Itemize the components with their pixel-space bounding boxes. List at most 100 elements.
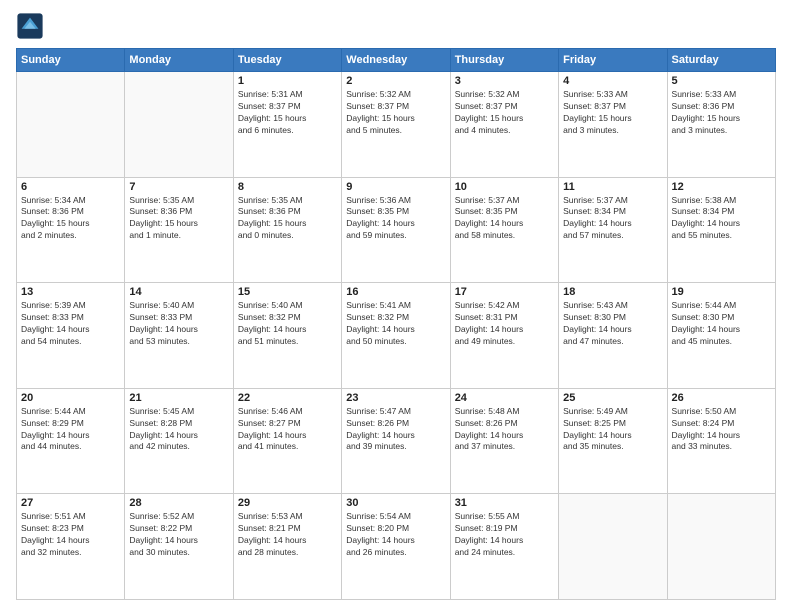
day-info: Sunrise: 5:49 AM Sunset: 8:25 PM Dayligh… [563,406,662,454]
calendar-cell: 11 Sunrise: 5:37 AM Sunset: 8:34 PM Dayli… [559,177,667,283]
calendar-cell: 30 Sunrise: 5:54 AM Sunset: 8:20 PM Dayli… [342,494,450,600]
day-info: Sunrise: 5:50 AM Sunset: 8:24 PM Dayligh… [672,406,771,454]
calendar-cell: 31 Sunrise: 5:55 AM Sunset: 8:19 PM Dayli… [450,494,558,600]
day-info: Sunrise: 5:45 AM Sunset: 8:28 PM Dayligh… [129,406,228,454]
day-number: 8 [238,181,337,193]
calendar-cell: 15 Sunrise: 5:40 AM Sunset: 8:32 PM Dayli… [233,283,341,389]
day-info: Sunrise: 5:55 AM Sunset: 8:19 PM Dayligh… [455,511,554,559]
calendar-cell: 28Sunrise: 5:52 AM Sunset: 8:22 PM Dayli… [125,494,233,600]
day-number: 31 [455,497,554,509]
day-info: Sunrise: 5:31 AM Sunset: 8:37 PM Dayligh… [238,89,337,137]
day-info: Sunrise: 5:32 AM Sunset: 8:37 PM Dayligh… [346,89,445,137]
day-number: 10 [455,181,554,193]
day-number: 22 [238,392,337,404]
day-info: Sunrise: 5:41 AM Sunset: 8:32 PM Dayligh… [346,300,445,348]
day-number: 30 [346,497,445,509]
day-number: 28 [129,497,228,509]
calendar-cell: 16 Sunrise: 5:41 AM Sunset: 8:32 PM Dayli… [342,283,450,389]
day-number: 18 [563,286,662,298]
calendar-cell: 10 Sunrise: 5:37 AM Sunset: 8:35 PM Dayli… [450,177,558,283]
calendar-cell: 20Sunrise: 5:44 AM Sunset: 8:29 PM Dayli… [17,388,125,494]
day-info: Sunrise: 5:40 AM Sunset: 8:32 PM Dayligh… [238,300,337,348]
day-info: Sunrise: 5:51 AM Sunset: 8:23 PM Dayligh… [21,511,120,559]
day-number: 5 [672,75,771,87]
day-info: Sunrise: 5:32 AM Sunset: 8:37 PM Dayligh… [455,89,554,137]
calendar-cell: 22 Sunrise: 5:46 AM Sunset: 8:27 PM Dayli… [233,388,341,494]
calendar-cell: 12Sunrise: 5:38 AM Sunset: 8:34 PM Dayli… [667,177,775,283]
day-info: Sunrise: 5:39 AM Sunset: 8:33 PM Dayligh… [21,300,120,348]
calendar-body: 1 Sunrise: 5:31 AM Sunset: 8:37 PM Daylig… [17,72,776,600]
day-number: 9 [346,181,445,193]
day-number: 24 [455,392,554,404]
calendar-cell: 13Sunrise: 5:39 AM Sunset: 8:33 PM Dayli… [17,283,125,389]
calendar-header-row: SundayMondayTuesdayWednesdayThursdayFrid… [17,49,776,72]
logo-icon [16,12,44,40]
calendar-cell [667,494,775,600]
calendar-cell: 14 Sunrise: 5:40 AM Sunset: 8:33 PM Dayli… [125,283,233,389]
calendar-week-row: 20Sunrise: 5:44 AM Sunset: 8:29 PM Dayli… [17,388,776,494]
calendar-cell: 27 Sunrise: 5:51 AM Sunset: 8:23 PM Dayli… [17,494,125,600]
day-info: Sunrise: 5:48 AM Sunset: 8:26 PM Dayligh… [455,406,554,454]
calendar-header-cell: Tuesday [233,49,341,72]
calendar-cell: 3 Sunrise: 5:32 AM Sunset: 8:37 PM Daylig… [450,72,558,178]
day-number: 2 [346,75,445,87]
calendar-cell: 8 Sunrise: 5:35 AM Sunset: 8:36 PM Daylig… [233,177,341,283]
calendar-week-row: 13Sunrise: 5:39 AM Sunset: 8:33 PM Dayli… [17,283,776,389]
day-info: Sunrise: 5:37 AM Sunset: 8:34 PM Dayligh… [563,195,662,243]
calendar-cell [17,72,125,178]
day-number: 19 [672,286,771,298]
day-number: 21 [129,392,228,404]
day-number: 3 [455,75,554,87]
calendar-week-row: 6 Sunrise: 5:34 AM Sunset: 8:36 PM Daylig… [17,177,776,283]
calendar-header-cell: Wednesday [342,49,450,72]
day-info: Sunrise: 5:35 AM Sunset: 8:36 PM Dayligh… [238,195,337,243]
calendar-header-cell: Thursday [450,49,558,72]
calendar-header-cell: Saturday [667,49,775,72]
logo [16,12,48,40]
day-number: 26 [672,392,771,404]
day-info: Sunrise: 5:33 AM Sunset: 8:36 PM Dayligh… [672,89,771,137]
calendar-header-cell: Friday [559,49,667,72]
calendar-cell: 6 Sunrise: 5:34 AM Sunset: 8:36 PM Daylig… [17,177,125,283]
day-number: 25 [563,392,662,404]
day-number: 6 [21,181,120,193]
day-number: 27 [21,497,120,509]
calendar-week-row: 27 Sunrise: 5:51 AM Sunset: 8:23 PM Dayli… [17,494,776,600]
calendar-cell: 23 Sunrise: 5:47 AM Sunset: 8:26 PM Dayli… [342,388,450,494]
day-info: Sunrise: 5:38 AM Sunset: 8:34 PM Dayligh… [672,195,771,243]
calendar-cell [125,72,233,178]
day-info: Sunrise: 5:33 AM Sunset: 8:37 PM Dayligh… [563,89,662,137]
day-info: Sunrise: 5:37 AM Sunset: 8:35 PM Dayligh… [455,195,554,243]
day-info: Sunrise: 5:34 AM Sunset: 8:36 PM Dayligh… [21,195,120,243]
day-number: 16 [346,286,445,298]
calendar-cell: 7 Sunrise: 5:35 AM Sunset: 8:36 PM Daylig… [125,177,233,283]
day-number: 17 [455,286,554,298]
day-number: 1 [238,75,337,87]
day-number: 23 [346,392,445,404]
calendar-cell: 19Sunrise: 5:44 AM Sunset: 8:30 PM Dayli… [667,283,775,389]
day-number: 15 [238,286,337,298]
calendar-cell: 17 Sunrise: 5:42 AM Sunset: 8:31 PM Dayli… [450,283,558,389]
day-info: Sunrise: 5:42 AM Sunset: 8:31 PM Dayligh… [455,300,554,348]
day-number: 14 [129,286,228,298]
calendar-week-row: 1 Sunrise: 5:31 AM Sunset: 8:37 PM Daylig… [17,72,776,178]
page-header [16,12,776,40]
day-number: 4 [563,75,662,87]
calendar-cell: 18Sunrise: 5:43 AM Sunset: 8:30 PM Dayli… [559,283,667,389]
day-info: Sunrise: 5:40 AM Sunset: 8:33 PM Dayligh… [129,300,228,348]
day-info: Sunrise: 5:54 AM Sunset: 8:20 PM Dayligh… [346,511,445,559]
calendar-cell: 25 Sunrise: 5:49 AM Sunset: 8:25 PM Dayli… [559,388,667,494]
day-number: 11 [563,181,662,193]
calendar-cell: 21 Sunrise: 5:45 AM Sunset: 8:28 PM Dayli… [125,388,233,494]
calendar-table: SundayMondayTuesdayWednesdayThursdayFrid… [16,48,776,600]
calendar-cell: 2 Sunrise: 5:32 AM Sunset: 8:37 PM Daylig… [342,72,450,178]
calendar-cell: 24 Sunrise: 5:48 AM Sunset: 8:26 PM Dayli… [450,388,558,494]
day-info: Sunrise: 5:46 AM Sunset: 8:27 PM Dayligh… [238,406,337,454]
day-number: 29 [238,497,337,509]
calendar-header-cell: Monday [125,49,233,72]
day-info: Sunrise: 5:47 AM Sunset: 8:26 PM Dayligh… [346,406,445,454]
day-number: 7 [129,181,228,193]
day-info: Sunrise: 5:35 AM Sunset: 8:36 PM Dayligh… [129,195,228,243]
day-info: Sunrise: 5:53 AM Sunset: 8:21 PM Dayligh… [238,511,337,559]
calendar-cell: 4 Sunrise: 5:33 AM Sunset: 8:37 PM Daylig… [559,72,667,178]
